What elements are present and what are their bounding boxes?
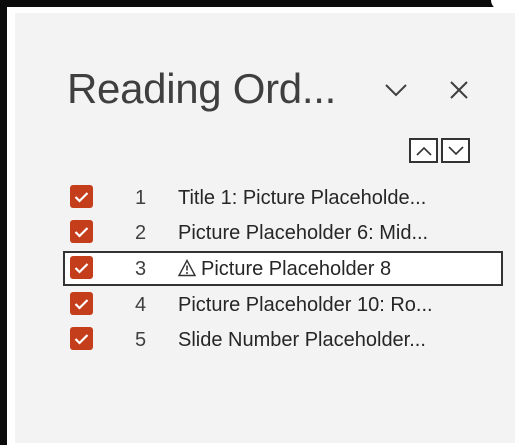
item-index: 2	[135, 222, 147, 244]
list-item[interactable]: 3 Picture Placeholder 8	[63, 251, 503, 286]
pane-title: Reading Ord...	[67, 65, 336, 112]
chevron-up-icon	[415, 146, 432, 156]
item-index: 3	[135, 258, 147, 280]
checkmark-icon	[74, 191, 89, 203]
move-up-button[interactable]	[409, 138, 438, 163]
item-checkbox[interactable]	[70, 327, 93, 350]
move-down-button[interactable]	[441, 138, 470, 163]
chevron-down-icon	[385, 84, 407, 97]
list-item[interactable]: 4 Picture Placeholder 10: Ro...	[63, 287, 503, 322]
item-label: Picture Placeholder 10: Ro...	[178, 294, 433, 316]
list-item[interactable]: 1 Title 1: Picture Placeholde...	[63, 180, 503, 215]
chevron-down-icon	[447, 145, 464, 155]
item-checkbox[interactable]	[70, 256, 93, 279]
checkmark-icon	[74, 333, 89, 345]
list-item[interactable]: 2 Picture Placeholder 6: Mid...	[63, 215, 503, 250]
item-index: 1	[135, 187, 147, 209]
item-label-text: Picture Placeholder 8	[201, 258, 392, 280]
item-label: Picture Placeholder 6: Mid...	[178, 222, 429, 244]
close-pane-button[interactable]	[439, 70, 479, 110]
item-label: Title 1: Picture Placeholde...	[178, 187, 427, 209]
item-checkbox[interactable]	[70, 292, 93, 315]
checkmark-icon	[74, 262, 89, 274]
close-icon	[450, 81, 468, 99]
checkmark-icon	[74, 298, 89, 310]
item-checkbox[interactable]	[70, 185, 93, 208]
collapse-pane-button[interactable]	[376, 70, 416, 110]
item-label: Slide Number Placeholder...	[178, 329, 426, 351]
item-label: Picture Placeholder 8	[178, 258, 391, 280]
item-index: 5	[135, 329, 147, 351]
item-checkbox[interactable]	[70, 220, 93, 243]
reading-order-pane: Reading Ord... 1 Title 1: Picture Placeho…	[13, 13, 515, 443]
list-item[interactable]: 5 Slide Number Placeholder...	[63, 322, 503, 357]
item-index: 4	[135, 294, 147, 316]
warning-icon	[178, 259, 196, 277]
checkmark-icon	[74, 226, 89, 238]
